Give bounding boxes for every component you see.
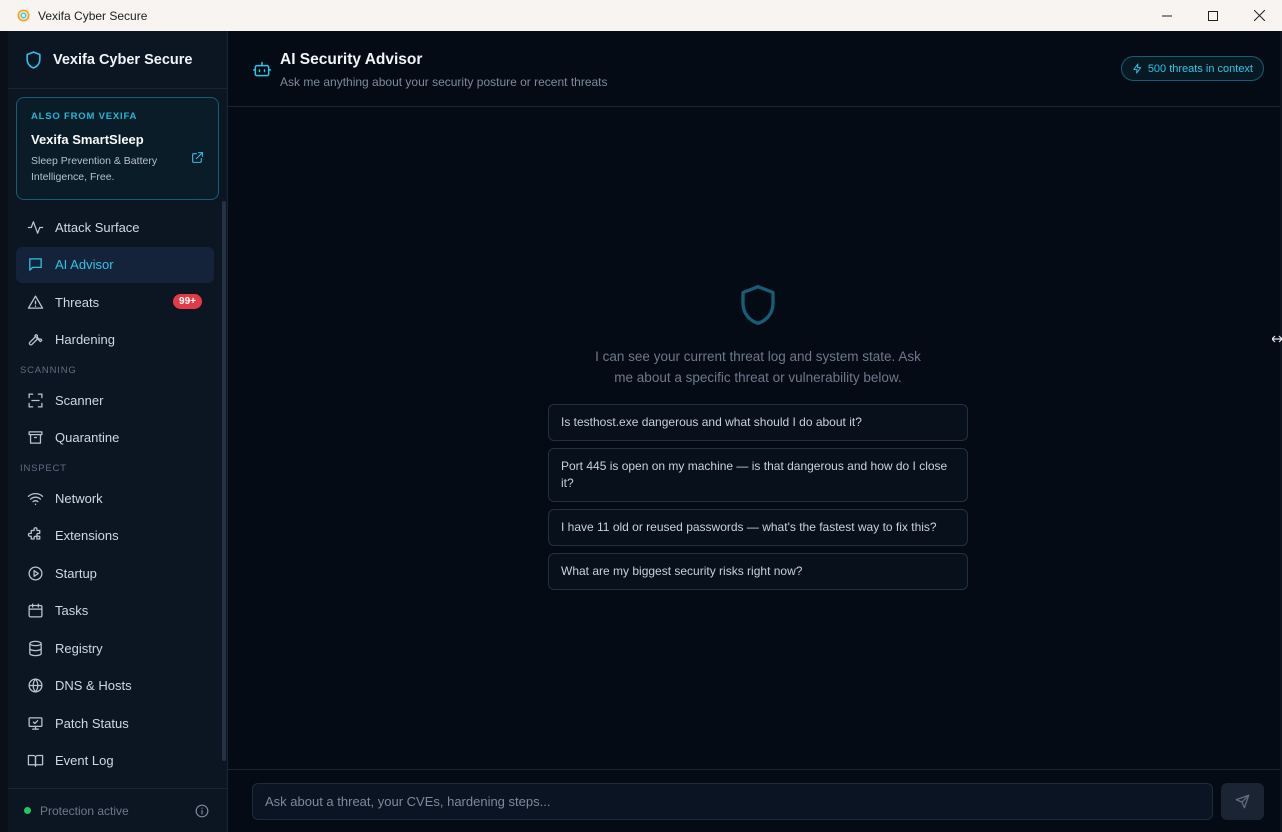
sidebar-item-hardening[interactable]: Hardening xyxy=(16,322,214,358)
sidebar-item-extensions[interactable]: Extensions xyxy=(16,518,214,554)
sidebar-scrollbar[interactable] xyxy=(222,201,226,761)
maximize-button[interactable] xyxy=(1190,0,1236,31)
brand-name: Vexifa Cyber Secure xyxy=(53,51,193,68)
sidebar-nav: Attack Surface AI Advisor Threats 99+ Ha… xyxy=(16,209,214,780)
globe-icon xyxy=(27,677,44,694)
puzzle-icon xyxy=(27,527,44,544)
sidebar-item-registry[interactable]: Registry xyxy=(16,630,214,666)
sidebar-footer: Protection active xyxy=(8,788,227,832)
section-label-inspect: INSPECT xyxy=(20,463,67,474)
minimize-button[interactable] xyxy=(1144,0,1190,31)
sidebar-item-label: Scanner xyxy=(55,392,104,408)
chat-composer xyxy=(228,769,1280,832)
chat-input[interactable] xyxy=(252,783,1213,820)
resize-cursor-icon xyxy=(1272,335,1282,343)
suggestion-button[interactable]: Port 445 is open on my machine — is that… xyxy=(548,448,968,502)
window-controls xyxy=(1144,0,1282,31)
main-header: AI Security Advisor Ask me anything abou… xyxy=(228,31,1280,107)
calendar-icon xyxy=(27,602,44,619)
advisor-intro-text: I can see your current threat log and sy… xyxy=(595,349,921,385)
context-badge-label: 500 threats in context xyxy=(1147,62,1253,75)
brand-header: Vexifa Cyber Secure xyxy=(8,31,227,89)
suggestion-button[interactable]: What are my biggest security risks right… xyxy=(548,553,968,590)
chat-empty-state: I can see your current threat log and sy… xyxy=(228,107,1280,769)
section-label-scanning: SCANNING xyxy=(20,365,77,376)
promo-description: Sleep Prevention & Battery Intelligence,… xyxy=(31,155,158,183)
sidebar-item-scanner[interactable]: Scanner xyxy=(16,382,214,418)
send-icon xyxy=(1235,794,1250,809)
page-subtitle: Ask me anything about your security post… xyxy=(280,75,608,89)
minimize-icon xyxy=(1162,15,1172,16)
play-circle-icon xyxy=(27,565,44,582)
promo-eyebrow: ALSO FROM VEXIFA xyxy=(31,111,138,122)
sidebar-item-label: Attack Surface xyxy=(55,219,140,235)
sidebar-item-network[interactable]: Network xyxy=(16,480,214,516)
sidebar-item-label: Quarantine xyxy=(55,430,120,445)
bot-icon xyxy=(252,61,272,77)
sidebar-item-dns-hosts[interactable]: DNS & Hosts xyxy=(16,668,214,704)
archive-icon xyxy=(27,429,44,446)
window-title: Vexifa Cyber Secure xyxy=(38,8,148,23)
context-badge: 500 threats in context xyxy=(1120,56,1264,81)
sidebar: Vexifa Cyber Secure ALSO FROM VEXIFA Vex… xyxy=(8,31,228,832)
info-icon[interactable] xyxy=(195,804,209,818)
sidebar-item-label: Patch Status xyxy=(55,715,129,731)
sidebar-item-event-log[interactable]: Event Log xyxy=(16,743,214,779)
external-link-icon[interactable] xyxy=(191,151,204,164)
sidebar-item-ai-advisor[interactable]: AI Advisor xyxy=(16,246,214,283)
sidebar-item-label: Startup xyxy=(55,565,97,581)
sidebar-item-patch-status[interactable]: Patch Status xyxy=(16,705,214,741)
suggestion-button[interactable]: I have 11 old or reused passwords — what… xyxy=(548,509,968,546)
protection-status: Protection active xyxy=(40,803,129,818)
window-titlebar: Vexifa Cyber Secure xyxy=(0,0,1282,31)
status-dot xyxy=(24,807,31,814)
wifi-icon xyxy=(27,490,44,507)
promo-title: Vexifa SmartSleep xyxy=(31,132,144,147)
monitor-check-icon xyxy=(27,715,44,732)
sidebar-item-threats[interactable]: Threats 99+ xyxy=(16,284,214,320)
shield-icon xyxy=(26,50,41,69)
sidebar-item-label: Tasks xyxy=(55,603,89,618)
sidebar-item-label: Event Log xyxy=(55,753,114,768)
sidebar-item-label: Network xyxy=(55,490,103,506)
threats-count-badge: 99+ xyxy=(173,294,202,309)
scan-icon xyxy=(27,392,44,409)
sidebar-item-label: AI Advisor xyxy=(55,257,114,272)
shield-icon xyxy=(741,284,775,325)
wrench-icon xyxy=(27,331,44,348)
app-logo-icon xyxy=(17,9,30,22)
sidebar-item-label: Extensions xyxy=(55,528,119,543)
suggestion-list: Is testhost.exe dangerous and what shoul… xyxy=(548,404,968,597)
maximize-icon xyxy=(1208,10,1218,21)
window-edge xyxy=(0,31,8,832)
activity-icon xyxy=(27,219,44,236)
suggestion-button[interactable]: Is testhost.exe dangerous and what shoul… xyxy=(548,404,968,441)
sidebar-item-tasks[interactable]: Tasks xyxy=(16,593,214,629)
close-window-button[interactable] xyxy=(1236,0,1282,31)
promo-card[interactable]: ALSO FROM VEXIFA Vexifa SmartSleep Sleep… xyxy=(16,97,219,200)
sidebar-item-label: DNS & Hosts xyxy=(55,678,132,693)
close-icon xyxy=(1253,10,1265,21)
database-icon xyxy=(27,640,44,657)
page-title: AI Security Advisor xyxy=(280,51,423,68)
lightning-icon xyxy=(1133,63,1141,74)
sidebar-item-quarantine[interactable]: Quarantine xyxy=(16,420,214,456)
chat-icon xyxy=(27,256,44,273)
book-icon xyxy=(27,752,44,769)
warning-icon xyxy=(27,294,44,311)
sidebar-item-label: Hardening xyxy=(55,332,115,347)
sidebar-item-startup[interactable]: Startup xyxy=(16,555,214,591)
sidebar-item-label: Threats xyxy=(55,294,100,310)
main-panel: AI Security Advisor Ask me anything abou… xyxy=(228,31,1280,832)
sidebar-item-attack-surface[interactable]: Attack Surface xyxy=(16,209,214,245)
send-button[interactable] xyxy=(1221,783,1264,820)
sidebar-item-label: Registry xyxy=(55,640,103,656)
